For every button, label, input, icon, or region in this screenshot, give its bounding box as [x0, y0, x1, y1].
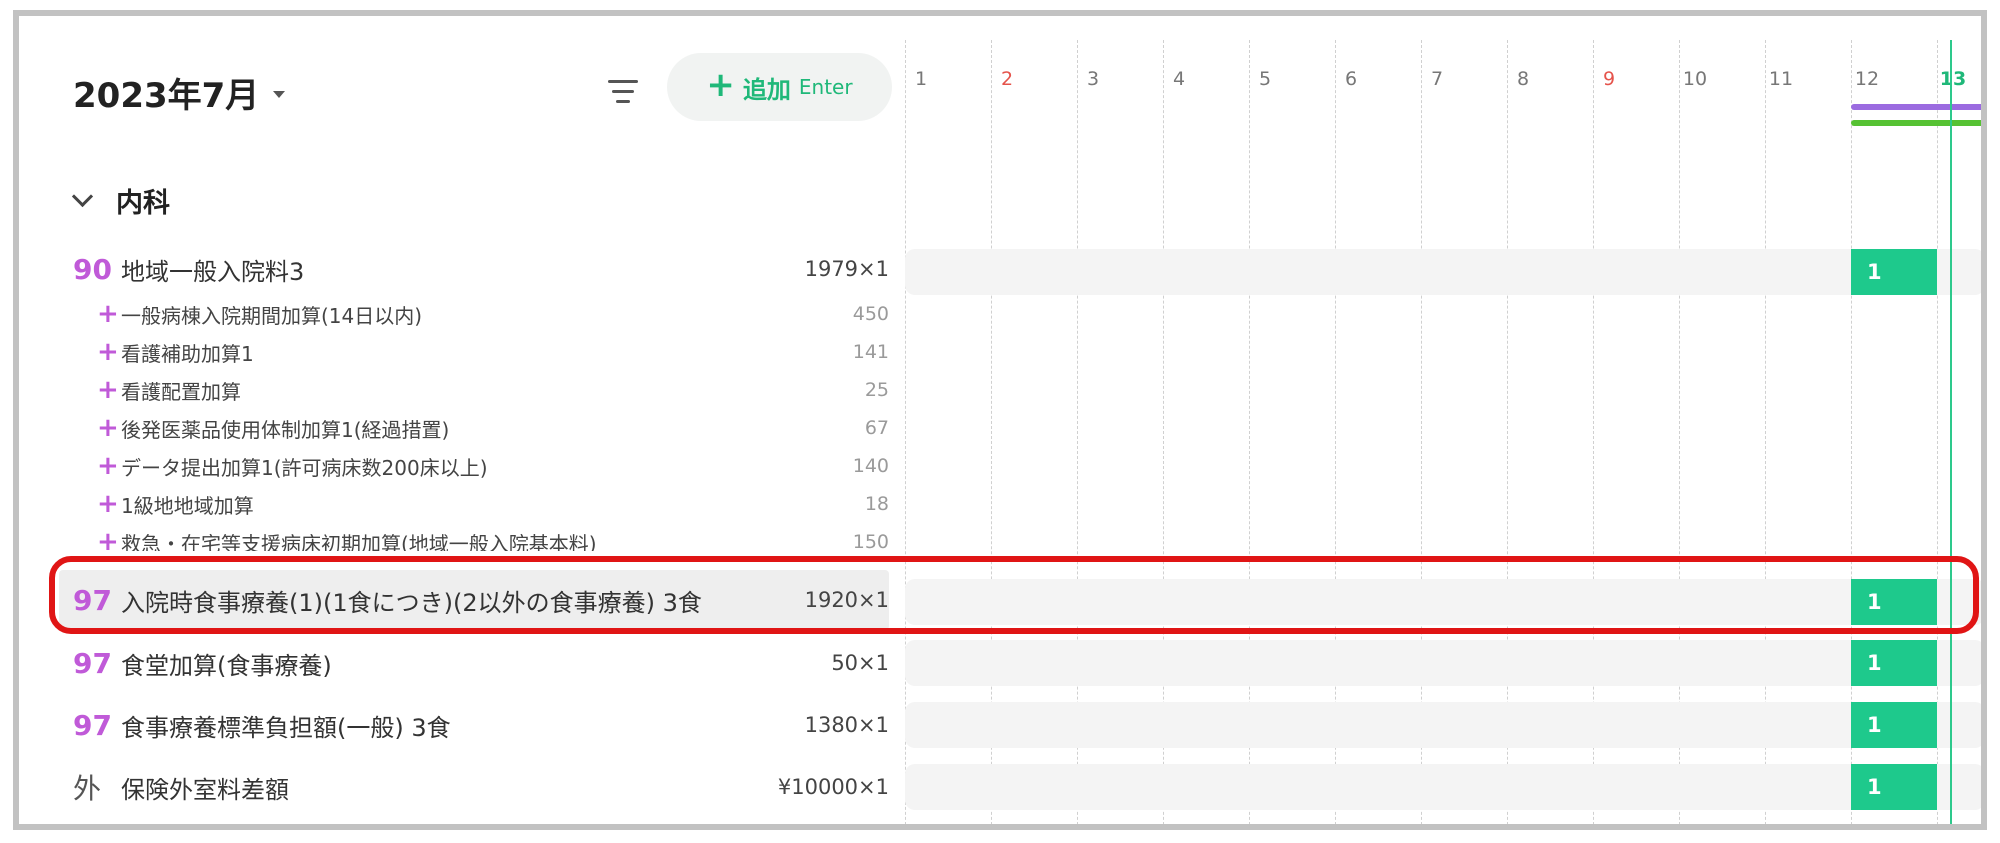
row-track: [905, 702, 1981, 748]
day-label: 7: [1430, 68, 1444, 90]
list-item-selected[interactable]: 97 入院時食事療養(1)(1食につき)(2以外の食事療養) 3食 1920×1: [59, 570, 889, 630]
list-item[interactable]: 97 食事療養標準負担額(一般) 3食 1380×1: [59, 701, 889, 749]
item-code: 97: [73, 708, 112, 742]
app-window: 2023年7月 + 追加 Enter 内科 90 地域一般入院料3 1979×1…: [13, 10, 1987, 830]
plus-icon: +: [97, 375, 119, 405]
sub-item-name: 後発医薬品使用体制加算1(経過措置): [121, 417, 450, 442]
day-label: 2: [1000, 68, 1014, 90]
sub-item-price: 150: [852, 531, 889, 551]
day-label: 1: [914, 68, 928, 90]
row-track: [905, 249, 1981, 295]
item-code: 97: [73, 583, 112, 617]
item-code: 外: [73, 772, 102, 805]
list-item[interactable]: 90 地域一般入院料3 1979×1: [59, 245, 889, 293]
sub-item-name: 救急・在宅等支援病床初期加算(地域一般入院基本料): [121, 531, 597, 552]
sub-item-price: 18: [864, 493, 889, 515]
day-label: 10: [1682, 68, 1708, 90]
plus-icon: +: [97, 299, 119, 329]
sub-item[interactable]: + データ提出加算1(許可病床数200床以上) 140: [59, 447, 889, 485]
period-bar-green: [1851, 120, 1981, 126]
period-bar-purple: [1851, 104, 1981, 110]
schedule-cell[interactable]: 1: [1851, 702, 1937, 748]
sub-item[interactable]: + 後発医薬品使用体制加算1(経過措置) 67: [59, 409, 889, 447]
sub-item[interactable]: + 看護配置加算 25: [59, 371, 889, 409]
plus-icon: +: [97, 451, 119, 481]
sub-item[interactable]: + 1級地地域加算 18: [59, 485, 889, 523]
item-price: 1380×1: [804, 713, 889, 737]
row-track: [905, 640, 1981, 686]
plus-icon: +: [97, 413, 119, 443]
plus-icon: +: [97, 489, 119, 519]
schedule-cell[interactable]: 1: [1851, 764, 1937, 810]
row-track: [905, 764, 1981, 810]
sub-item-price: 141: [852, 341, 889, 363]
list-item[interactable]: 外 保険外室料差額 ¥10000×1: [59, 763, 889, 811]
item-price: ¥10000×1: [777, 775, 889, 799]
list-item[interactable]: 97 食堂加算(食事療養) 50×1: [59, 639, 889, 687]
item-name: 食堂加算(食事療養): [121, 651, 332, 680]
plus-icon: +: [97, 337, 119, 367]
item-price: 50×1: [831, 651, 889, 675]
today-line: [1950, 40, 1952, 824]
day-label: 5: [1258, 68, 1272, 90]
row-track: [905, 579, 1981, 625]
sub-item-name: 1級地地域加算: [121, 493, 254, 518]
item-code: 90: [73, 252, 112, 286]
sub-item-name: データ提出加算1(許可病床数200床以上): [121, 455, 488, 480]
item-code: 97: [73, 646, 112, 680]
day-label-today: 13: [1939, 68, 1967, 90]
calendar-grid: 1 2 3 4 5 6 7 8 9 10 11 12 13 1 1 1 1 1: [905, 40, 1981, 824]
day-label: 11: [1768, 68, 1794, 90]
day-label: 9: [1602, 68, 1616, 90]
item-name: 食事療養標準負担額(一般) 3食: [121, 713, 451, 742]
day-label: 6: [1344, 68, 1358, 90]
sub-item-name: 看護配置加算: [121, 379, 241, 404]
sub-item-name: 看護補助加算1: [121, 341, 254, 366]
sub-item-name: 一般病棟入院期間加算(14日以内): [121, 303, 423, 328]
plus-icon: +: [97, 527, 119, 551]
sub-item-price: 25: [864, 379, 889, 401]
item-list: 90 地域一般入院料3 1979×1 + 一般病棟入院期間加算(14日以内) 4…: [19, 16, 899, 552]
sub-item-price: 67: [864, 417, 889, 439]
item-price: 1979×1: [804, 257, 889, 281]
schedule-cell[interactable]: 1: [1851, 579, 1937, 625]
sub-item[interactable]: + 看護補助加算1 141: [59, 333, 889, 371]
day-label: 4: [1172, 68, 1186, 90]
sub-item[interactable]: + 救急・在宅等支援病床初期加算(地域一般入院基本料) 150: [59, 523, 889, 551]
day-label: 3: [1086, 68, 1100, 90]
schedule-cell[interactable]: 1: [1851, 249, 1937, 295]
day-label: 8: [1516, 68, 1530, 90]
sub-item-price: 450: [852, 303, 889, 325]
sub-item-price: 140: [852, 455, 889, 477]
item-name: 入院時食事療養(1)(1食につき)(2以外の食事療養) 3食: [121, 588, 702, 617]
schedule-cell[interactable]: 1: [1851, 640, 1937, 686]
day-label: 12: [1854, 68, 1880, 90]
item-price: 1920×1: [804, 588, 889, 612]
item-name: 地域一般入院料3: [121, 257, 305, 286]
sub-item[interactable]: + 一般病棟入院期間加算(14日以内) 450: [59, 295, 889, 333]
item-name: 保険外室料差額: [121, 775, 289, 804]
